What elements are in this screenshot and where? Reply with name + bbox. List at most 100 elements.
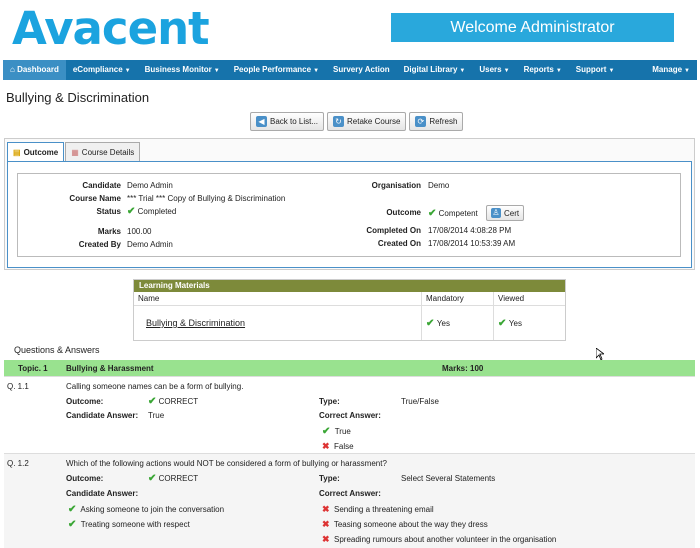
candidate-label: Candidate <box>82 181 121 190</box>
option-text: Teasing someone about the way they dress <box>333 520 488 529</box>
outcome-label: Outcome: <box>66 474 104 483</box>
nav-users[interactable]: Users ▼ <box>472 60 516 80</box>
learning-material-link[interactable]: Bullying & Discrimination <box>146 318 245 328</box>
type-value: Select Several Statements <box>401 474 496 483</box>
answer-option: ✖ Teasing someone about the way they dre… <box>322 519 488 530</box>
outcome-text: CORRECT <box>158 474 199 483</box>
nav-people-performance[interactable]: People Performance ▼ <box>227 60 326 80</box>
answer-option: ✖ Sending a threatening email <box>322 504 434 515</box>
option-text: Sending a threatening email <box>334 505 434 514</box>
cross-icon: ✖ <box>322 504 330 514</box>
outcome-text: Competent <box>438 209 478 218</box>
topic-row: Topic. 1 Bullying & Harassment Marks: 10… <box>4 360 695 376</box>
nav-dashboard[interactable]: ⌂ Dashboard <box>3 60 66 80</box>
chevron-down-icon: ▼ <box>684 68 690 74</box>
nav-label: Dashboard <box>17 65 59 74</box>
nav-support[interactable]: Support ▼ <box>569 60 622 80</box>
table-header: Name Mandatory Viewed <box>134 292 565 306</box>
nav-label: Survery Action <box>333 65 390 74</box>
check-icon: ✔ <box>428 208 437 219</box>
nav-label: People Performance <box>233 65 312 74</box>
check-icon: ✔ <box>148 396 157 407</box>
retake-course-button[interactable]: ↻ Retake Course <box>327 112 407 131</box>
learning-materials-table: Learning Materials Name Mandatory Viewed… <box>133 279 566 341</box>
nav-label: Manage <box>652 65 683 74</box>
outcome-value: ✔ CORRECT <box>148 473 198 484</box>
tab-label: Outcome <box>23 148 59 157</box>
chevron-down-icon: ▼ <box>124 68 131 74</box>
outcome-label: Outcome <box>386 208 421 217</box>
created-by-value: Demo Admin <box>127 240 173 249</box>
check-icon: ✔ <box>498 317 507 329</box>
answer-option: ✔ True <box>322 426 351 437</box>
created-by-label: Created By <box>78 240 121 249</box>
refresh-icon: ⟳ <box>415 116 427 127</box>
outcome-value: ✔ Competent <box>428 208 478 219</box>
button-label: Back to List... <box>270 117 319 126</box>
nav-manage[interactable]: Manage ▼ <box>645 60 697 80</box>
learning-materials-heading: Learning Materials <box>134 280 565 292</box>
button-label: Refresh <box>429 117 458 126</box>
organisation-value: Demo <box>428 181 450 190</box>
organisation-label: Organisation <box>371 181 421 190</box>
cross-icon: ✖ <box>322 441 330 451</box>
tab-label: Course Details <box>81 148 135 157</box>
correct-answer-label: Correct Answer: <box>319 489 381 498</box>
tab-course-details[interactable]: ▦ Course Details <box>65 142 141 162</box>
table-row: Bullying & Discrimination ✔ Yes ✔ Yes <box>134 306 565 340</box>
button-label: Retake Course <box>347 117 401 126</box>
answer-option: ✔ Treating someone with respect <box>68 519 190 530</box>
question-row: Q. 1.2 Which of the following actions wo… <box>4 453 695 548</box>
marks-label: Marks <box>97 227 121 236</box>
welcome-banner: Welcome Administrator <box>391 13 674 42</box>
nav-ecompliance[interactable]: eCompliance ▼ <box>66 60 138 80</box>
tab-bar: ▤ Outcome ▦ Course Details <box>7 142 141 162</box>
page-title: Bullying & Discrimination <box>6 90 150 105</box>
option-text: False <box>334 442 354 451</box>
cert-button[interactable]: ♙ Cert <box>486 205 525 221</box>
created-on-label: Created On <box>377 239 421 248</box>
course-name-value: *** Trial *** Copy of Bullying & Discrim… <box>127 194 286 203</box>
check-icon: ✔ <box>68 519 77 530</box>
question-text: Which of the following actions would NOT… <box>66 459 387 468</box>
back-to-list-button[interactable]: ◀ Back to List... <box>250 112 325 131</box>
nav-reports[interactable]: Reports ▼ <box>517 60 569 80</box>
option-text: Treating someone with respect <box>80 520 190 529</box>
nav-digital-library[interactable]: Digital Library ▼ <box>397 60 473 80</box>
candidate-answer-label: Candidate Answer: <box>66 489 139 498</box>
retake-icon: ↻ <box>333 116 345 127</box>
nav-label: Digital Library <box>403 65 458 74</box>
nav-survey-action[interactable]: Survery Action <box>326 60 397 80</box>
chevron-down-icon: ▼ <box>459 68 466 74</box>
col-viewed: Viewed <box>498 294 525 303</box>
chevron-down-icon: ▼ <box>608 68 615 74</box>
check-icon: ✔ <box>148 473 157 484</box>
course-name-label: Course Name <box>69 194 121 203</box>
nav-label: Support <box>575 65 607 74</box>
questions-answers-title: Questions & Answers <box>14 345 100 355</box>
refresh-button[interactable]: ⟳ Refresh <box>409 112 464 131</box>
candidate-answer: True <box>148 411 165 420</box>
chevron-down-icon: ▼ <box>555 68 562 74</box>
nav-label: eCompliance <box>72 65 123 74</box>
home-icon: ⌂ <box>10 65 18 74</box>
chevron-down-icon: ▼ <box>503 68 510 74</box>
created-on-value: 17/08/2014 10:53:39 AM <box>428 239 516 248</box>
candidate-value: Demo Admin <box>127 181 173 190</box>
cross-icon: ✖ <box>322 519 330 529</box>
col-mandatory: Mandatory <box>422 292 494 305</box>
nav-business-monitor[interactable]: Business Monitor ▼ <box>138 60 227 80</box>
nav-label: Reports <box>523 65 554 74</box>
arrow-left-icon: ◀ <box>256 116 267 127</box>
topic-name: Bullying & Harassment <box>66 364 154 373</box>
answer-option: ✖ Spreading rumours about another volunt… <box>322 534 556 545</box>
check-icon: ✔ <box>322 426 331 437</box>
option-text: Spreading rumours about another voluntee… <box>334 535 557 544</box>
document-icon: ▤ <box>13 148 21 157</box>
chevron-down-icon: ▼ <box>213 68 220 74</box>
marks-value: 100.00 <box>127 227 152 236</box>
tab-outcome[interactable]: ▤ Outcome <box>7 142 65 162</box>
topic-marks: Marks: 100 <box>442 364 484 373</box>
outcome-label: Outcome: <box>66 397 104 406</box>
outcome-text: CORRECT <box>158 397 199 406</box>
